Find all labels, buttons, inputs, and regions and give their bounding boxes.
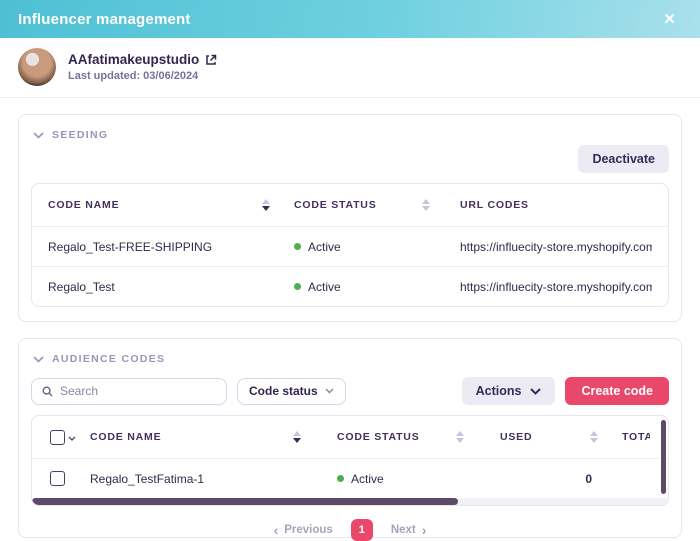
status-dot <box>337 475 344 482</box>
audience-table-header: CODE NAME CODE STATUS USED TOTAL S <box>32 416 668 458</box>
create-code-button[interactable]: Create code <box>565 377 669 405</box>
audience-codes-section: AUDIENCE CODES Code status Actions Creat… <box>18 338 682 538</box>
status-badge: Active <box>351 472 384 486</box>
table-row: Regalo_Test Active https://influecity-st… <box>32 266 668 306</box>
chevron-down-icon <box>530 388 541 395</box>
chevron-down-icon[interactable] <box>33 356 44 363</box>
search-input[interactable] <box>60 384 216 398</box>
table-row: Regalo_TestFatima-1 Active 0 <box>32 458 668 498</box>
previous-button[interactable]: ‹ Previous <box>274 523 333 537</box>
used-cell: 0 <box>500 472 622 486</box>
col-total-sales: TOTAL S <box>622 431 650 443</box>
last-updated: Last updated: 03/06/2024 <box>68 70 217 82</box>
chevron-right-icon: › <box>422 523 427 537</box>
code-status-filter[interactable]: Code status <box>237 378 346 405</box>
sort-icon[interactable] <box>456 431 464 443</box>
seeding-section-label: SEEDING <box>52 129 108 141</box>
seeding-section: SEEDING Deactivate CODE NAME CODE STATUS… <box>18 114 682 322</box>
col-code-status: CODE STATUS <box>294 199 377 211</box>
row-checkbox[interactable] <box>50 471 65 486</box>
sort-icon[interactable] <box>293 431 301 443</box>
chevron-down-icon <box>325 388 334 394</box>
select-all-checkbox[interactable] <box>50 430 65 445</box>
deactivate-button[interactable]: Deactivate <box>578 145 669 173</box>
col-code-status: CODE STATUS <box>337 431 420 443</box>
seeding-table-header: CODE NAME CODE STATUS URL CODES <box>32 184 668 226</box>
code-name-cell: Regalo_Test <box>48 280 294 294</box>
url-code-cell: https://influecity-store.myshopify.com/… <box>460 240 652 254</box>
url-code-cell: https://influecity-store.myshopify.com/… <box>460 280 652 294</box>
avatar <box>18 48 56 86</box>
influencer-name: AAfatimakeupstudio <box>68 52 199 67</box>
search-icon <box>42 386 53 397</box>
modal-header: Influencer management ✕ <box>0 0 700 38</box>
code-name-cell: Regalo_Test-FREE-SHIPPING <box>48 240 294 254</box>
modal-title: Influencer management <box>18 11 191 28</box>
vertical-scrollbar[interactable] <box>661 420 666 494</box>
col-code-name: CODE NAME <box>90 431 161 443</box>
audience-table: CODE NAME CODE STATUS USED TOTAL S Regal… <box>31 415 669 506</box>
col-code-name: CODE NAME <box>48 199 119 211</box>
seeding-table: CODE NAME CODE STATUS URL CODES Regalo_T… <box>31 183 669 307</box>
sort-icon[interactable] <box>590 431 598 443</box>
status-dot <box>294 283 301 290</box>
actions-button[interactable]: Actions <box>462 377 556 405</box>
next-button[interactable]: Next › <box>391 523 427 537</box>
status-dot <box>294 243 301 250</box>
col-url-codes: URL CODES <box>460 199 529 211</box>
profile-header: AAfatimakeupstudio Last updated: 03/06/2… <box>0 38 700 97</box>
search-input-wrapper <box>31 378 227 405</box>
horizontal-scrollbar-thumb[interactable] <box>32 498 458 505</box>
horizontal-scrollbar-track[interactable] <box>32 498 668 505</box>
sort-icon[interactable] <box>422 199 430 211</box>
external-link-icon[interactable] <box>205 54 217 66</box>
code-name-cell: Regalo_TestFatima-1 <box>90 472 337 486</box>
chevron-down-icon[interactable] <box>33 132 44 139</box>
pagination: ‹ Previous 1 Next › <box>31 519 669 541</box>
sort-icon[interactable] <box>262 199 270 211</box>
status-badge: Active <box>308 280 341 294</box>
audience-codes-section-label: AUDIENCE CODES <box>52 353 165 365</box>
page-number[interactable]: 1 <box>351 519 373 541</box>
chevron-left-icon: ‹ <box>274 523 279 537</box>
status-badge: Active <box>308 240 341 254</box>
table-row: Regalo_Test-FREE-SHIPPING Active https:/… <box>32 226 668 266</box>
chevron-down-icon[interactable] <box>68 428 76 446</box>
close-icon[interactable]: ✕ <box>657 10 682 29</box>
col-used: USED <box>500 431 532 443</box>
divider <box>0 97 700 98</box>
